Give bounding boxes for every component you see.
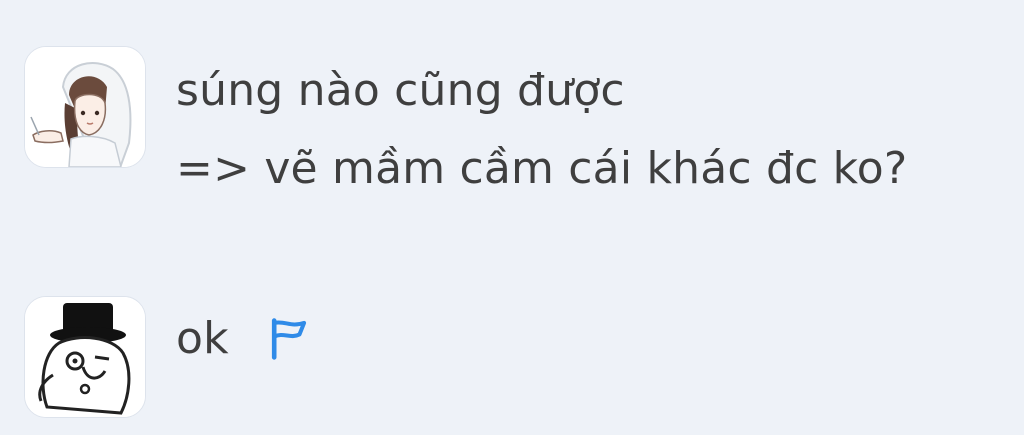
chat-thread: súng nào cũng được => vẽ mầm cầm cái khá… (0, 0, 1024, 435)
girl-veil-avatar-icon (25, 47, 145, 167)
message-row: ok (176, 300, 311, 378)
flag-icon[interactable] (265, 316, 311, 362)
message-line: súng nào cũng được (176, 65, 625, 116)
user-avatar[interactable] (24, 296, 146, 418)
chat-message: súng nào cũng được => vẽ mầm cầm cái khá… (24, 46, 907, 208)
message-line: ok (176, 313, 229, 364)
top-hat-meme-avatar-icon (25, 297, 145, 417)
message-text: súng nào cũng được => vẽ mầm cầm cái khá… (176, 52, 907, 208)
message-text: ok (176, 300, 311, 378)
user-avatar[interactable] (24, 46, 146, 168)
message-line: => vẽ mầm cầm cái khác đc ko? (176, 143, 908, 194)
chat-message: ok (24, 296, 311, 418)
